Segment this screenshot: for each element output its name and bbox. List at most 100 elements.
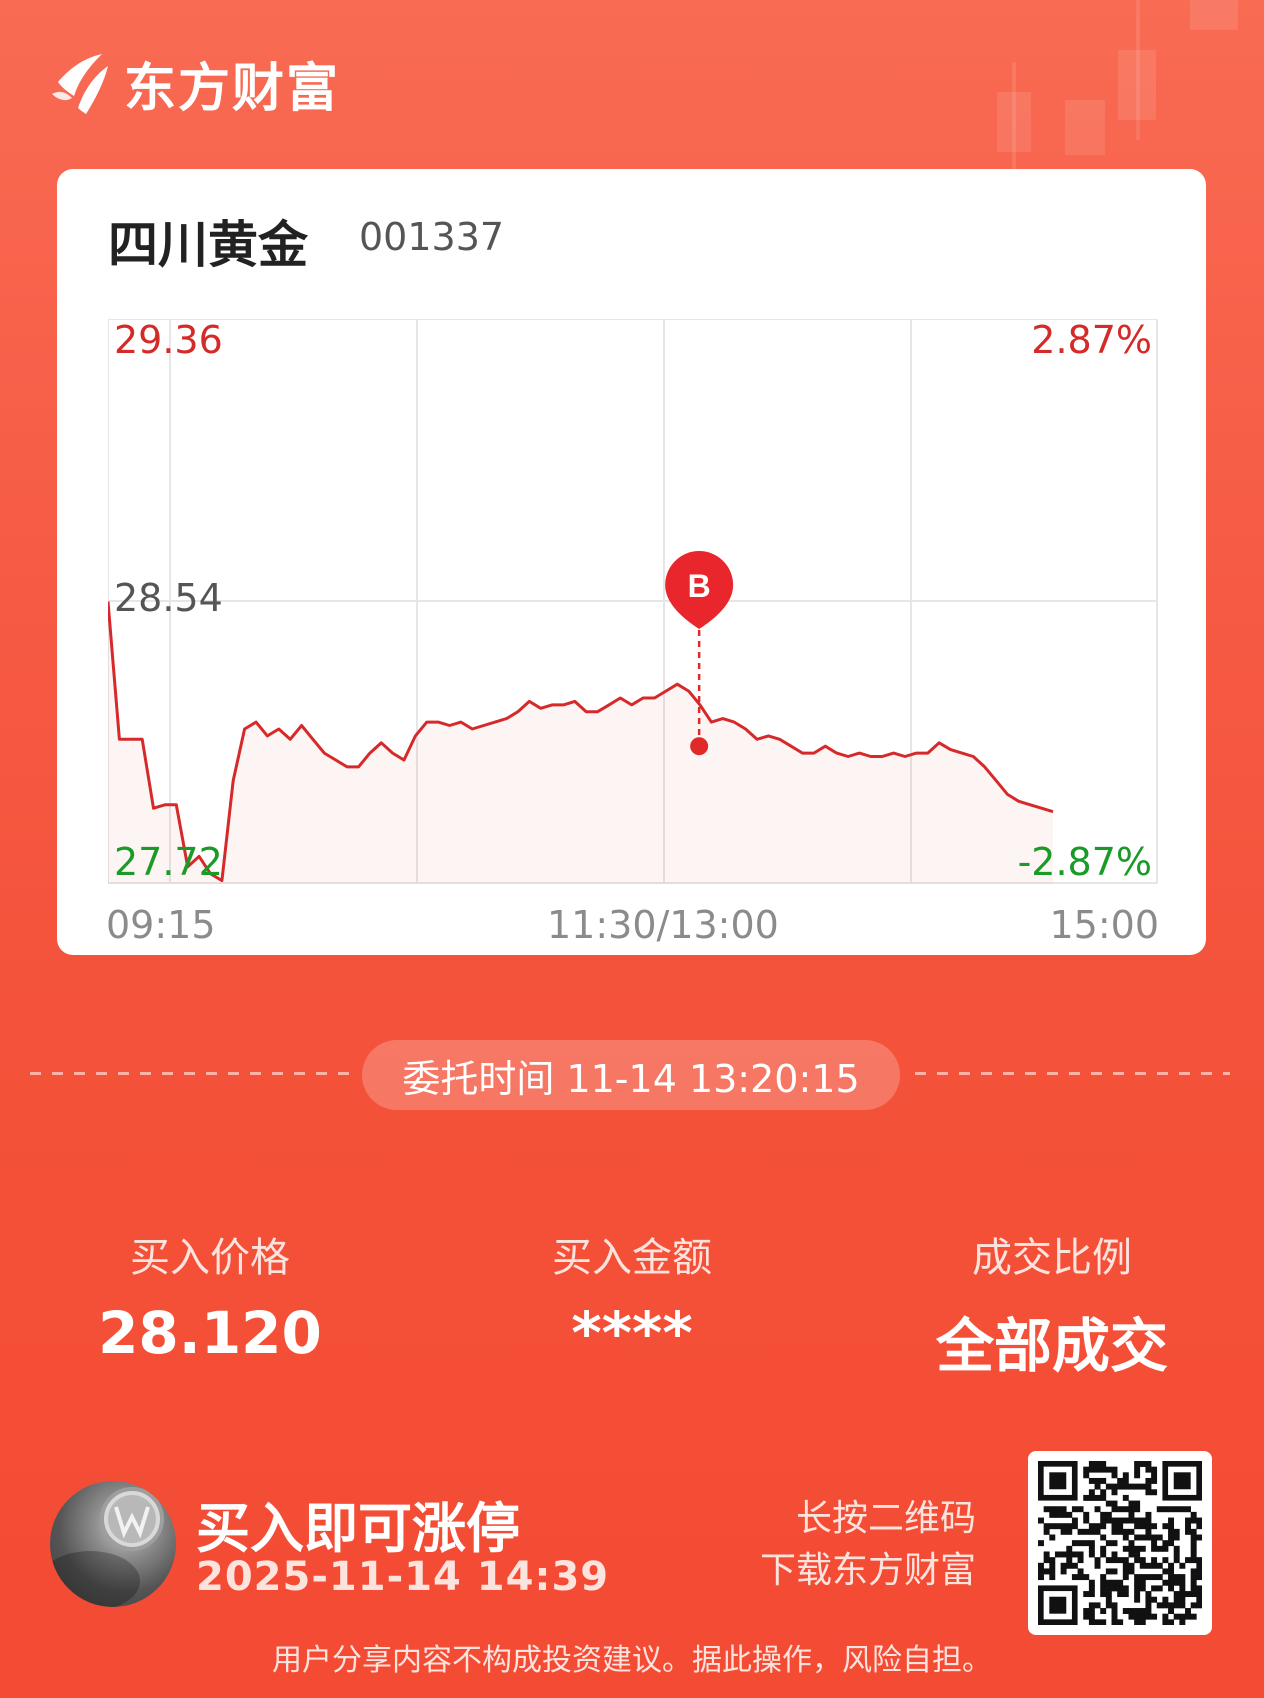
stock-card: 四川黄金 001337 B 29.36 28.54 27.72 2.87% -2… [57,169,1206,955]
qr-module [1156,1506,1163,1513]
qr-module [1196,1517,1203,1524]
qr-module [1128,1568,1135,1575]
buy-marker-pin: B [665,551,734,629]
qr-module [1168,1534,1175,1541]
qr-module [1088,1494,1095,1501]
qr-module [1117,1517,1124,1524]
qr-module [1139,1517,1146,1524]
qr-module [1088,1540,1095,1547]
qr-module [1196,1523,1203,1530]
qr-hint-line1: 长按二维码 [795,1498,976,1539]
qr-module [1077,1551,1084,1558]
qr-module [1049,1557,1056,1564]
qr-module [1077,1568,1084,1575]
qr-module [1196,1574,1203,1581]
qr-module [1134,1613,1141,1620]
qr-module [1122,1517,1129,1524]
qr-module [1139,1483,1146,1490]
qr-module [1128,1608,1135,1614]
qr-module [1043,1528,1050,1535]
qr-module [1100,1466,1107,1473]
qr-module [1128,1500,1135,1507]
x-tick-mid: 11:30/13:00 [547,903,779,947]
qr-module [1185,1591,1191,1598]
qr-module [1117,1619,1124,1626]
qr-module [1179,1506,1186,1513]
qr-module [1094,1602,1101,1609]
qr-module [1088,1619,1095,1626]
qr-module [1179,1602,1186,1609]
qr-module [1066,1545,1073,1552]
qr-module [1111,1579,1118,1586]
qr-module [1196,1596,1203,1603]
qr-module [1111,1551,1118,1558]
qr-code[interactable] [1028,1451,1212,1635]
qr-module [1077,1506,1084,1513]
qr-module [1105,1568,1112,1575]
qr-module [1185,1528,1191,1535]
qr-module [1122,1534,1129,1541]
qr-module [1134,1506,1141,1513]
qr-module [1190,1568,1197,1575]
qr-module [1190,1591,1197,1598]
disclaimer: 用户分享内容不构成投资建议。据此操作，风险自担。 [272,1643,992,1678]
qr-module [1088,1461,1095,1467]
qr-module [1179,1579,1186,1586]
qr-module [1139,1574,1146,1581]
qr-module [1128,1528,1135,1535]
qr-module [1185,1557,1191,1564]
qr-module [1083,1591,1090,1598]
qr-module [1043,1523,1050,1530]
stat-value: 全部成交 [935,1312,1168,1380]
qr-module [1043,1557,1050,1564]
qr-module [1168,1568,1175,1575]
qr-module [1111,1528,1118,1535]
user-avatar [50,1481,176,1607]
qr-module [1038,1568,1044,1575]
qr-module [1185,1608,1191,1614]
qr-module [1173,1602,1180,1609]
qr-module [1105,1483,1112,1490]
qr-module [1038,1562,1044,1569]
qr-hint-line2: 下载东方财富 [759,1550,976,1591]
qr-module [1139,1619,1146,1626]
qr-module [1145,1574,1152,1581]
qr-module [1088,1477,1095,1484]
qr-module [1168,1608,1175,1614]
qr-module [1145,1517,1152,1524]
qr-module [1173,1557,1180,1564]
stat-buy-price: 买入价格 28.120 [30,1225,390,1367]
qr-module [1173,1528,1180,1535]
qr-module [1196,1557,1203,1564]
qr-module [1122,1477,1129,1484]
qr-module [1190,1545,1197,1552]
qr-module [1151,1562,1158,1569]
qr-module [1134,1619,1141,1626]
qr-module [1145,1608,1152,1614]
qr-module [1173,1534,1180,1541]
qr-module [1060,1551,1067,1558]
qr-module [1105,1557,1112,1564]
qr-module [1128,1540,1135,1547]
qr-module [1111,1613,1118,1620]
qr-module [1145,1511,1152,1518]
qr-module [1088,1466,1095,1473]
qr-module [1162,1568,1169,1575]
qr-module [1190,1585,1197,1592]
qr-module [1111,1466,1118,1473]
qr-module [1066,1562,1073,1569]
qr-module [1038,1540,1044,1547]
qr-module [1117,1523,1124,1530]
qr-module [1066,1511,1073,1518]
qr-module [1168,1602,1175,1609]
qr-module [1190,1517,1197,1524]
qr-module [1100,1551,1107,1558]
qr-module [1105,1585,1112,1592]
qr-module [1185,1506,1191,1513]
avatar-emblem-icon [50,1487,164,1607]
qr-module [1168,1506,1175,1513]
qr-module [1077,1540,1084,1547]
price-high-label: 29.36 [114,318,223,362]
qr-module [1083,1472,1090,1479]
qr-module [1168,1540,1175,1547]
